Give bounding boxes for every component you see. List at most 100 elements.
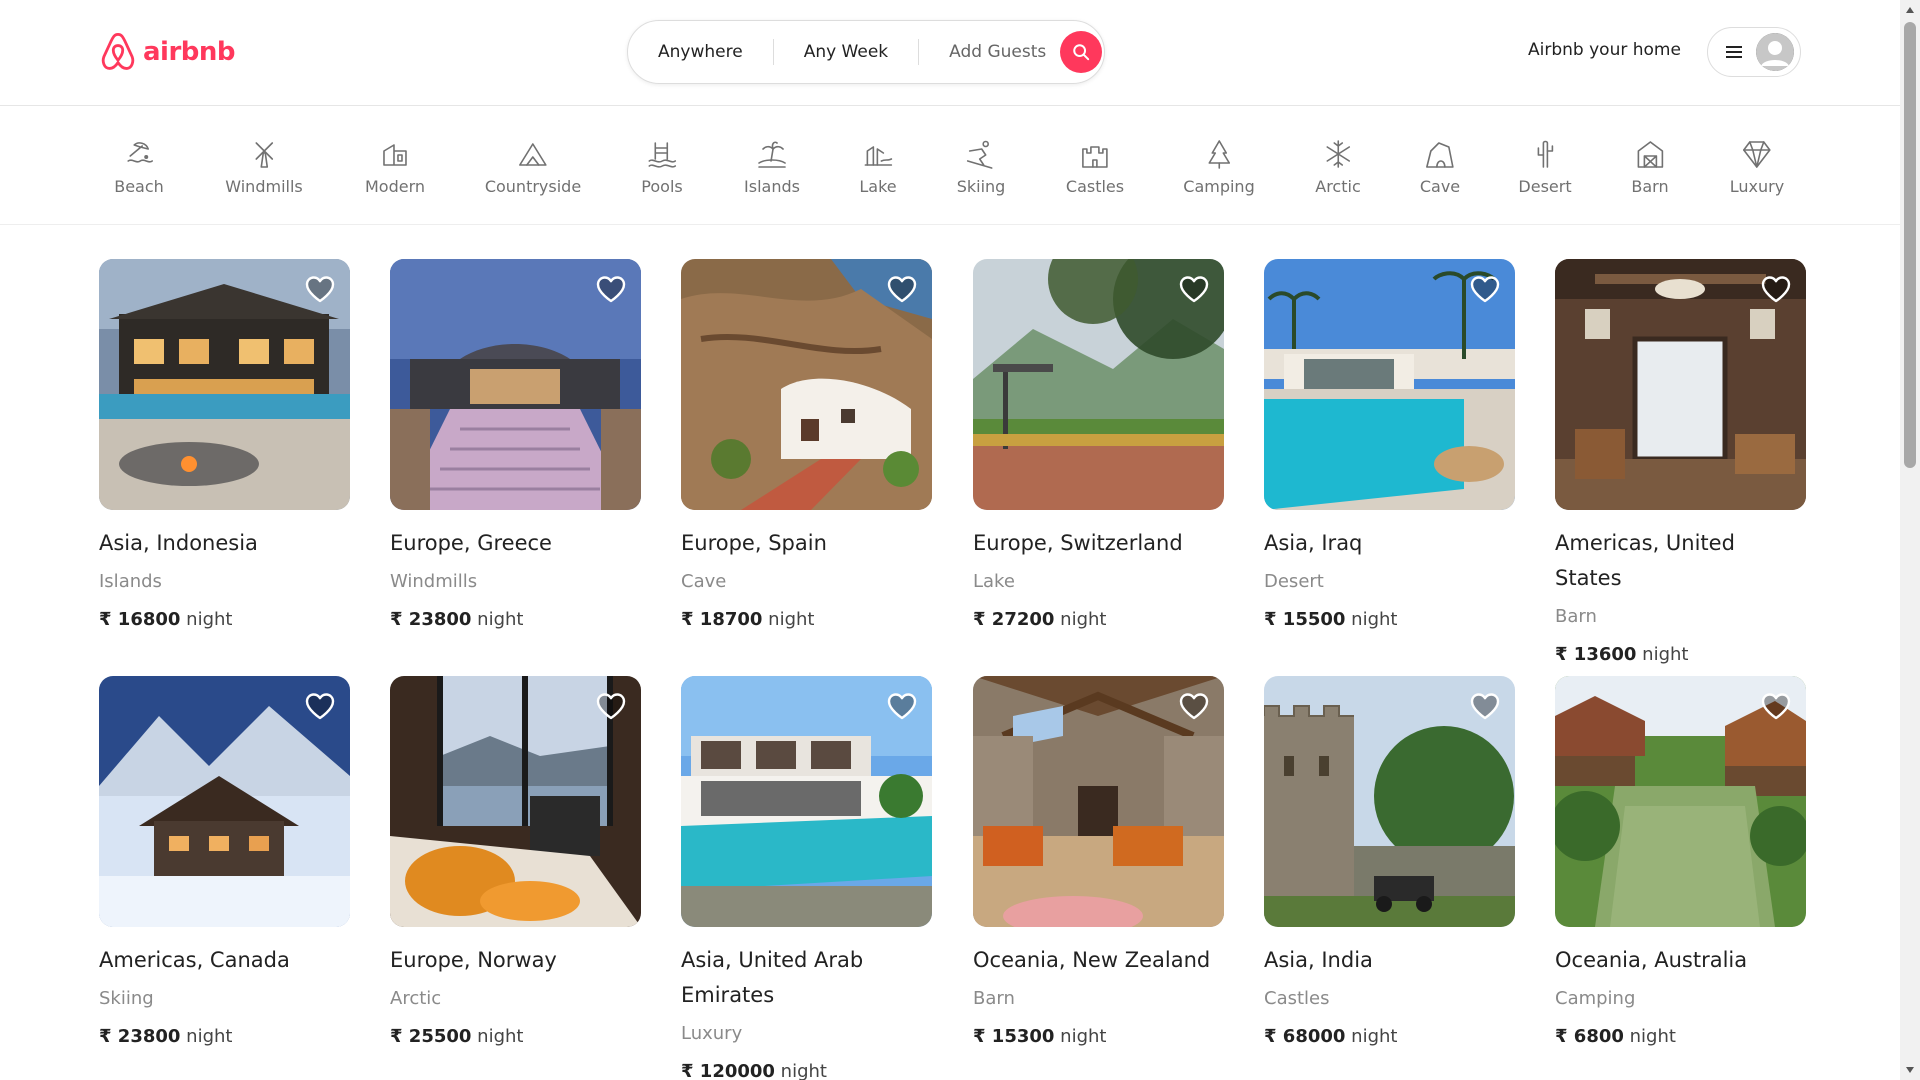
listing-category: Skiing <box>99 988 154 1009</box>
listing-card[interactable]: Asia, Indonesia Islands ₹ 16800 night <box>99 259 350 631</box>
listing-photo[interactable] <box>1555 676 1806 927</box>
listing-photo[interactable] <box>1555 259 1806 510</box>
search-anywhere[interactable]: Anywhere <box>628 39 773 65</box>
listing-category: Castles <box>1264 988 1330 1009</box>
category-skiing[interactable]: Skiing <box>956 137 1006 196</box>
listing-photo[interactable] <box>973 676 1224 927</box>
category-label: Desert <box>1518 177 1572 196</box>
category-desert[interactable]: Desert <box>1518 137 1572 196</box>
menu-icon <box>1726 46 1742 58</box>
listing-photo[interactable] <box>1264 676 1515 927</box>
price-amount: ₹ 27200 <box>973 609 1055 630</box>
category-modern[interactable]: Modern <box>365 137 425 196</box>
listing-card[interactable]: Asia, Iraq Desert ₹ 15500 night <box>1264 259 1515 631</box>
listing-card[interactable]: Americas, United States Barn ₹ 13600 nig… <box>1555 259 1806 666</box>
listing-card[interactable]: Oceania, Australia Camping ₹ 6800 night <box>1555 676 1806 1048</box>
heart-icon[interactable] <box>304 273 336 305</box>
listing-location: Europe, Spain <box>681 531 827 555</box>
category-countryside[interactable]: Countryside <box>485 137 581 196</box>
price-unit: night <box>1642 644 1689 665</box>
heart-icon[interactable] <box>1178 273 1210 305</box>
category-label: Castles <box>1065 177 1125 196</box>
category-cave[interactable]: Cave <box>1420 137 1460 196</box>
category-camping[interactable]: Camping <box>1183 137 1255 196</box>
listing-photo[interactable] <box>973 259 1224 510</box>
heart-icon[interactable] <box>1760 690 1792 722</box>
category-label: Beach <box>114 177 164 196</box>
search-button[interactable] <box>1060 31 1103 73</box>
price-unit: night <box>768 609 815 630</box>
price-unit: night <box>477 609 524 630</box>
heart-icon[interactable] <box>1469 690 1501 722</box>
price-unit: night <box>1351 609 1398 630</box>
price-unit: night <box>1060 1026 1107 1047</box>
category-pools[interactable]: Pools <box>641 137 683 196</box>
listing-price: ₹ 120000 night <box>681 1061 932 1080</box>
category-luxury[interactable]: Luxury <box>1730 137 1784 196</box>
listing-category: Desert <box>1264 571 1324 592</box>
scroll-up-arrow-icon[interactable] <box>1900 0 1920 20</box>
category-label: Windmills <box>225 177 303 196</box>
listing-card[interactable]: Asia, United Arab Emirates Luxury ₹ 1200… <box>681 676 932 1080</box>
listing-price: ₹ 23800 night <box>99 1026 350 1048</box>
modern-icon <box>383 144 407 166</box>
heart-icon[interactable] <box>1760 273 1792 305</box>
cave-icon <box>1426 142 1454 168</box>
heart-icon[interactable] <box>595 690 627 722</box>
heart-icon[interactable] <box>1178 690 1210 722</box>
category-arctic[interactable]: Arctic <box>1315 137 1361 196</box>
category-barn[interactable]: Barn <box>1631 137 1669 196</box>
scrollbar[interactable] <box>1900 0 1920 1080</box>
listing-card[interactable]: Oceania, New Zealand Barn ₹ 15300 night <box>973 676 1224 1048</box>
lake-icon <box>864 146 892 166</box>
listing-location: Europe, Greece <box>390 531 552 555</box>
price-amount: ₹ 16800 <box>99 609 181 630</box>
listing-card[interactable]: Europe, Spain Cave ₹ 18700 night <box>681 259 932 631</box>
category-label: Modern <box>364 177 426 196</box>
heart-icon[interactable] <box>595 273 627 305</box>
listing-category: Windmills <box>390 571 478 592</box>
listing-photo[interactable] <box>390 259 641 510</box>
listing-card[interactable]: Americas, Canada Skiing ₹ 23800 night <box>99 676 350 1048</box>
category-label: Skiing <box>956 177 1006 196</box>
category-lake[interactable]: Lake <box>859 137 897 196</box>
listing-card[interactable]: Europe, Switzerland Lake ₹ 27200 night <box>973 259 1224 631</box>
price-unit: night <box>1060 609 1107 630</box>
category-windmills[interactable]: Windmills <box>225 137 303 196</box>
scroll-thumb[interactable] <box>1904 22 1916 468</box>
listing-photo[interactable] <box>681 259 932 510</box>
search-guests[interactable]: Add Guests <box>919 39 1060 65</box>
category-label: Islands <box>744 177 800 196</box>
airbnb-your-home-link[interactable]: Airbnb your home <box>1528 40 1681 60</box>
listing-card[interactable]: Europe, Norway Arctic ₹ 25500 night <box>390 676 641 1048</box>
user-menu-button[interactable] <box>1707 27 1801 77</box>
listing-photo[interactable] <box>99 259 350 510</box>
listing-photo[interactable] <box>390 676 641 927</box>
listing-photo[interactable] <box>681 676 932 927</box>
listing-card[interactable]: Asia, India Castles ₹ 68000 night <box>1264 676 1515 1048</box>
search-bar[interactable]: Anywhere Any Week Add Guests <box>627 20 1105 84</box>
island-icon <box>758 141 786 168</box>
price-amount: ₹ 15500 <box>1264 609 1346 630</box>
price-amount: ₹ 25500 <box>390 1026 472 1047</box>
price-amount: ₹ 120000 <box>681 1061 775 1080</box>
heart-icon[interactable] <box>304 690 336 722</box>
heart-icon[interactable] <box>1469 273 1501 305</box>
logo-text: airbnb <box>143 37 236 67</box>
listing-location: Oceania, Australia <box>1555 948 1748 972</box>
listing-location: Europe, Norway <box>390 948 557 972</box>
airbnb-logo[interactable]: airbnb <box>99 32 236 72</box>
heart-icon[interactable] <box>886 273 918 305</box>
heart-icon[interactable] <box>886 690 918 722</box>
listing-photo[interactable] <box>99 676 350 927</box>
category-castles[interactable]: Castles <box>1066 137 1124 196</box>
listing-photo[interactable] <box>1264 259 1515 510</box>
price-amount: ₹ 68000 <box>1264 1026 1346 1047</box>
listing-price: ₹ 18700 night <box>681 609 932 631</box>
search-week[interactable]: Any Week <box>774 39 918 65</box>
category-label: Camping <box>1183 177 1255 196</box>
listing-card[interactable]: Europe, Greece Windmills ₹ 23800 night <box>390 259 641 631</box>
category-beach[interactable]: Beach <box>114 137 164 196</box>
scroll-down-arrow-icon[interactable] <box>1900 1060 1920 1080</box>
category-islands[interactable]: Islands <box>744 137 800 196</box>
